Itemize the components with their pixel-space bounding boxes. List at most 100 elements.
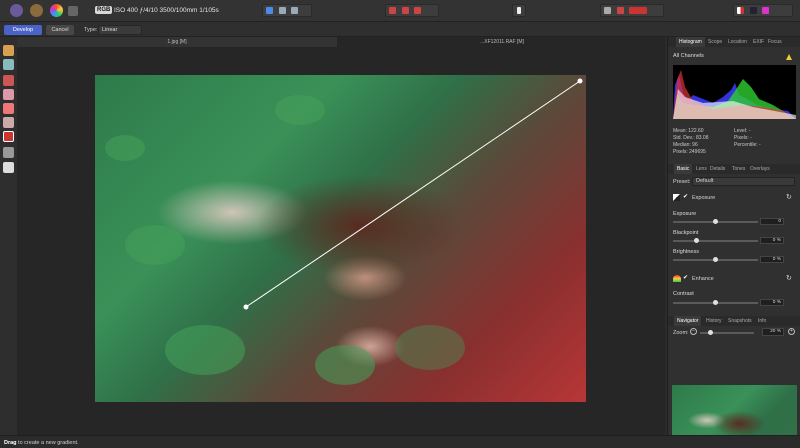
zoom-slider-knob[interactable]	[708, 330, 714, 335]
gradient-end-handle[interactable]	[577, 78, 583, 84]
swatch-pink-icon[interactable]	[762, 7, 770, 14]
status-hint-action: Drag	[4, 440, 17, 446]
color-mode-badge: RGB	[95, 6, 113, 14]
develop-button[interactable]: Develop	[4, 25, 42, 35]
overlay-eraser-icon[interactable]	[3, 117, 14, 128]
share-icon[interactable]	[68, 6, 78, 16]
tab-snapshots[interactable]: Snapshots	[728, 316, 752, 326]
status-hint-text: to create a new gradient.	[16, 440, 79, 446]
tab-basic[interactable]: Basic	[674, 164, 693, 174]
tab-overlays[interactable]: Overlays	[750, 164, 770, 174]
canvas-area[interactable]	[17, 47, 665, 435]
document-tabs: 1.jpg [M] ...XF12011.RAF [M]	[17, 37, 665, 47]
brightness-slider[interactable]	[673, 257, 758, 262]
tab-histogram[interactable]: Histogram	[676, 37, 705, 47]
tab-lens[interactable]: Lens	[696, 164, 707, 174]
stat-percentile: Percentile: -	[734, 142, 761, 148]
brightness-slider-knob[interactable]	[713, 257, 718, 262]
view-single-icon[interactable]	[266, 7, 273, 14]
tab-history[interactable]: History	[706, 316, 722, 326]
zoom-slider[interactable]	[700, 330, 754, 335]
exposure-section-title: Exposure	[692, 195, 716, 201]
zoom-value[interactable]: 20 %	[762, 328, 784, 336]
stat-pixels-cursor: Pixels: -	[734, 135, 752, 141]
photo-canvas[interactable]	[95, 75, 586, 402]
blackpoint-slider[interactable]	[673, 238, 758, 243]
develop-tabs: Basic Lens Details Tones Overlays	[668, 164, 800, 174]
brightness-value[interactable]: 0 %	[760, 256, 784, 263]
tab-location[interactable]: Location	[728, 37, 747, 47]
tab-navigator[interactable]: Navigator	[674, 316, 702, 326]
tab-details[interactable]: Details	[710, 164, 725, 174]
clip-midtones-icon[interactable]	[401, 7, 409, 14]
enhance-section-title: Enhance	[692, 276, 714, 282]
view-mode-group[interactable]	[262, 4, 312, 17]
overlay-brush-icon[interactable]	[3, 103, 14, 114]
exif-readout: ISO 400 ƒ/4/10 3500/100mm 1/105s	[114, 7, 219, 14]
crop-tool-icon[interactable]	[3, 147, 14, 158]
brightness-label: Brightness	[673, 249, 699, 255]
color-swatches-group[interactable]	[733, 4, 793, 17]
flag-icon[interactable]	[616, 7, 624, 14]
tab-exif[interactable]: EXIF	[753, 37, 764, 47]
stat-stddev: Std. Dev.: 83.08	[673, 135, 709, 141]
reset-exposure-icon[interactable]: ↻	[786, 193, 792, 201]
swatch-blue-icon[interactable]	[749, 7, 757, 14]
develop-persona-icon[interactable]	[10, 4, 23, 17]
tab-document-2[interactable]: ...XF12011.RAF [M]	[339, 37, 665, 47]
type-select[interactable]: Linear	[98, 25, 142, 35]
hand-tool-icon[interactable]	[3, 45, 14, 56]
cancel-button[interactable]: Cancel	[46, 25, 74, 35]
tab-focus[interactable]: Focus	[768, 37, 782, 47]
photo-persona-icon[interactable]	[50, 4, 63, 17]
enhance-section-icon	[673, 275, 681, 282]
exposure-value[interactable]: 0	[760, 218, 784, 225]
histogram	[673, 65, 796, 119]
zoom-label: Zoom:	[673, 330, 689, 336]
tab-scope[interactable]: Scope	[708, 37, 722, 47]
assistant-group[interactable]	[600, 4, 664, 17]
zoom-out-icon[interactable]: −	[690, 328, 697, 335]
gradient-line[interactable]	[95, 75, 586, 402]
zoom-in-icon[interactable]: +	[788, 328, 795, 335]
tab-info[interactable]: Info	[758, 316, 766, 326]
blackpoint-slider-knob[interactable]	[694, 238, 700, 243]
white-balance-tool-icon[interactable]	[3, 162, 14, 173]
swatch-red-icon[interactable]	[737, 7, 744, 14]
clip-highlights-icon[interactable]	[414, 7, 422, 14]
contrast-value[interactable]: 0 %	[760, 299, 784, 306]
grid-icon[interactable]	[604, 7, 611, 14]
exposure-slider[interactable]	[673, 219, 758, 224]
gradient-overlay-icon[interactable]	[3, 131, 14, 142]
channel-select[interactable]: All Channels	[673, 53, 723, 62]
contrast-label: Contrast	[673, 291, 694, 297]
blackpoint-value[interactable]: 0 %	[760, 237, 784, 244]
tab-tones[interactable]: Tones	[732, 164, 745, 174]
red-eye-tool-icon[interactable]	[3, 75, 14, 86]
stat-pixels: Pixels: 249695	[673, 149, 706, 155]
gradient-start-handle[interactable]	[243, 304, 249, 310]
view-split-icon[interactable]	[278, 7, 286, 14]
liquify-persona-icon[interactable]	[30, 4, 43, 17]
contrast-slider-knob[interactable]	[713, 300, 718, 305]
clipping-group[interactable]	[385, 4, 439, 17]
context-toolbar: Develop Cancel Type: Linear	[0, 22, 800, 37]
top-toolbar: RGB ISO 400 ƒ/4/10 3500/100mm 1/105s	[0, 0, 800, 22]
clip-shadows-icon[interactable]	[389, 7, 396, 14]
view-mirror-icon[interactable]	[291, 7, 299, 14]
contrast-slider[interactable]	[673, 300, 758, 305]
enhance-checkbox[interactable]: ✔	[683, 274, 688, 281]
exposure-checkbox[interactable]: ✔	[683, 193, 688, 200]
zoom-tool-icon[interactable]	[3, 59, 14, 70]
gradient-tool-icon[interactable]	[629, 7, 648, 14]
pin-button[interactable]	[512, 4, 526, 17]
status-hint: Drag to create a new gradient.	[4, 440, 79, 446]
blemish-tool-icon[interactable]	[3, 89, 14, 100]
stat-median: Median: 96	[673, 142, 698, 148]
tools-panel	[0, 37, 17, 435]
histogram-tabs: Histogram Scope Location EXIF Focus	[668, 37, 800, 47]
tab-document-1[interactable]: 1.jpg [M]	[17, 37, 337, 47]
exposure-slider-knob[interactable]	[713, 219, 718, 224]
reset-enhance-icon[interactable]: ↻	[786, 274, 792, 282]
preset-select[interactable]: Default	[692, 177, 795, 186]
